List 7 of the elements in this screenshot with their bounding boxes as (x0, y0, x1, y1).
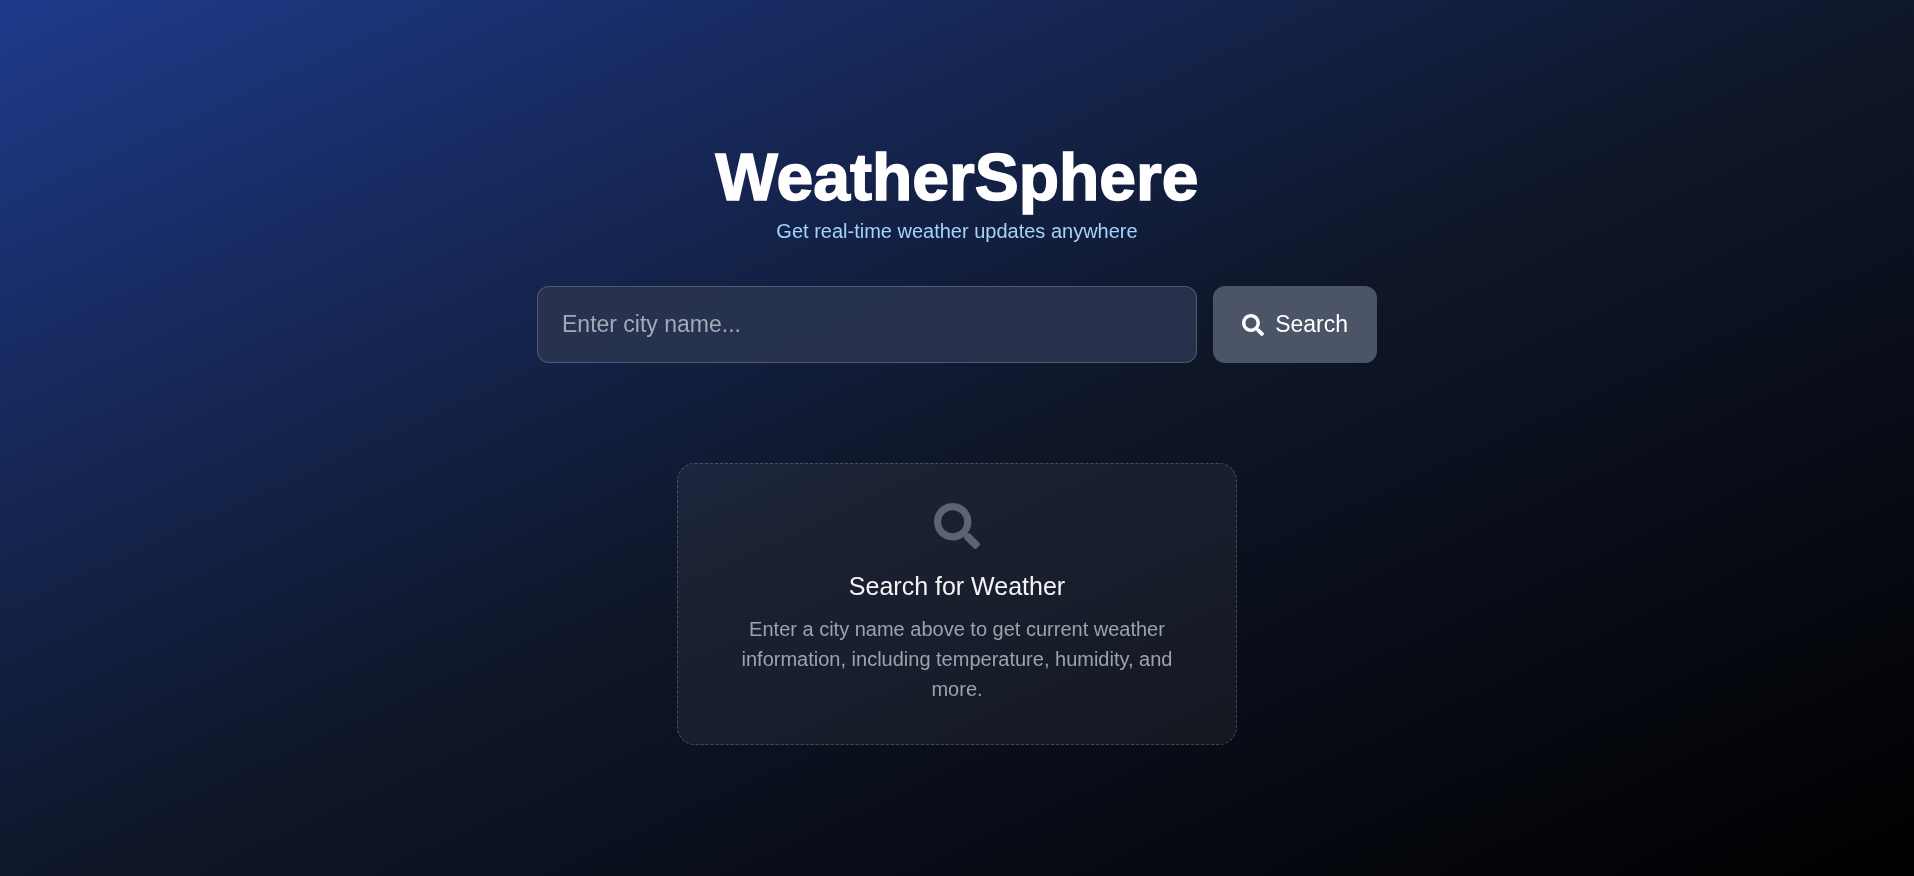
empty-state-title: Search for Weather (848, 571, 1066, 602)
search-field[interactable]: Enter city name... (537, 286, 1198, 363)
search-icon (1242, 313, 1265, 336)
empty-state-message: Enter a city name above to get current weather information, including temperature, humidity, and more. (740, 617, 1174, 702)
search-icon (934, 503, 980, 549)
search-button[interactable]: Search (1213, 286, 1377, 363)
app-subtitle: Get real-time weather updates anywhere (776, 219, 1138, 244)
